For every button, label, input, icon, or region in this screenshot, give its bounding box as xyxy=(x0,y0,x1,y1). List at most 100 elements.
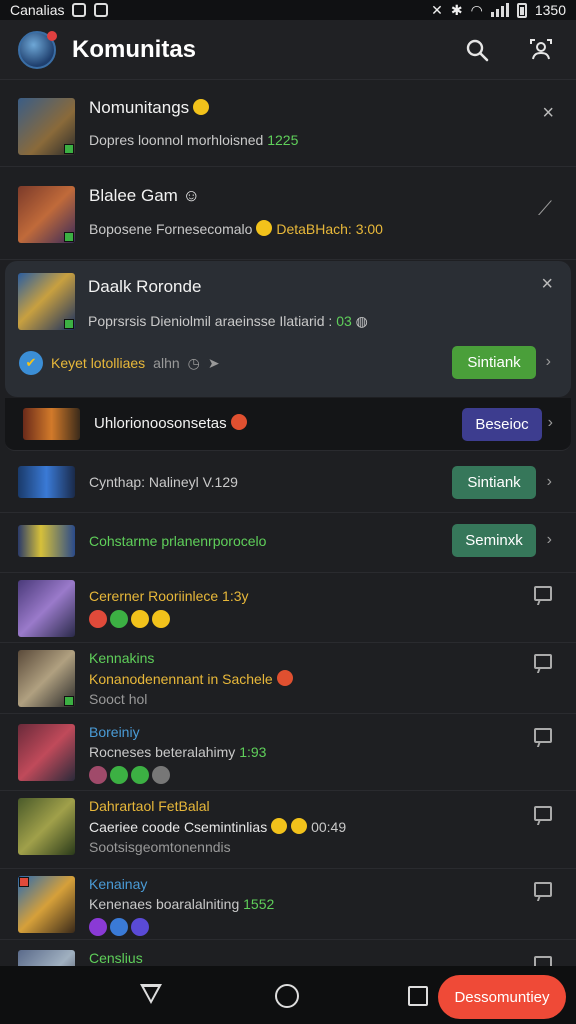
community-list: Nomunitangs Dopres loonnol morhloisned 1… xyxy=(0,80,576,966)
signal-icon xyxy=(490,3,509,17)
online-badge xyxy=(64,696,74,706)
close-icon[interactable]: × xyxy=(542,102,554,125)
list-item[interactable]: Uhlorionoosonsetas Beseioc › xyxy=(5,398,571,451)
verified-icon: ✔ xyxy=(19,351,43,375)
app-bar: Komunitas xyxy=(0,20,576,80)
item-subtitle: Dopres loonnol morhloisned 1225 xyxy=(89,132,299,148)
item-line2: Kenenaes boaralalniting 1552 xyxy=(89,896,275,912)
message-icon[interactable] xyxy=(534,882,552,897)
list-item[interactable]: Cererner Rooriinlece 1:3y xyxy=(0,574,576,643)
item-title: Nomunitangs xyxy=(89,98,558,118)
smile-emoji-icon xyxy=(291,818,308,834)
game-thumbnail xyxy=(18,98,75,155)
list-item[interactable]: Kenainay Kenenaes boaralalniting 1552 xyxy=(0,870,576,940)
chevron-right-icon: › xyxy=(546,531,552,548)
fire-emoji-icon xyxy=(276,670,293,686)
item-subtitle: Boposene Fornesecomalo DetaBHach: 3:00 xyxy=(89,220,383,237)
join-button[interactable]: Sintiank xyxy=(452,346,536,379)
item-line3: Sooct hol xyxy=(89,691,148,707)
item-title: Blalee Gam ☺ xyxy=(89,186,200,205)
clock-icon: ◷ xyxy=(187,354,200,371)
message-icon[interactable] xyxy=(534,728,552,743)
recents-icon[interactable] xyxy=(408,986,428,1006)
item-line2: Konanodenennant in Sachele xyxy=(89,670,558,687)
item-title: Cererner Rooriinlece 1:3y xyxy=(89,588,249,604)
card-status: ✔ Keyet lotolliaes alhn ◷ ➤ xyxy=(19,351,220,375)
item-title: Censlius xyxy=(89,950,143,966)
item-title: Boreiniy xyxy=(89,724,140,740)
profile-avatar[interactable] xyxy=(18,30,57,69)
list-item[interactable]: Cynthap: Nalineyl V.129 Sintiank › xyxy=(0,455,576,513)
page-title: Komunitas xyxy=(72,35,197,63)
game-thumbnail xyxy=(18,724,75,781)
app-notification-icon xyxy=(94,3,109,17)
smile-emoji-icon xyxy=(131,610,149,628)
game-thumbnail xyxy=(23,408,80,440)
reaction-icon xyxy=(89,918,107,936)
item-title: Kenainay xyxy=(89,876,148,892)
list-item[interactable]: Cohstarme prlanenrporocelo Seminxk › xyxy=(0,514,576,573)
item-title: Dahrartaol FetBalal xyxy=(89,798,210,814)
game-thumbnail xyxy=(18,876,75,933)
reaction-icon xyxy=(89,610,107,628)
search-icon[interactable] xyxy=(464,37,490,63)
status-bar: Canalias ✕ ✱ ◠ 1350 xyxy=(0,0,576,20)
game-thumbnail xyxy=(18,950,75,966)
notification-dot xyxy=(47,30,57,41)
session-button[interactable]: Beseioc xyxy=(462,408,542,441)
item-title: Daalk Roronde xyxy=(88,277,202,296)
chevron-right-icon: › xyxy=(547,414,553,431)
community-fab-button[interactable]: Dessomuntiey xyxy=(438,975,566,1019)
game-thumbnail xyxy=(18,525,75,557)
list-item[interactable]: Dahrartaol FetBalal Caeriee coode Csemin… xyxy=(0,792,576,869)
close-icon[interactable]: × xyxy=(541,273,553,296)
back-icon[interactable] xyxy=(140,984,162,1004)
online-badge xyxy=(64,319,74,329)
list-item[interactable]: Boreiniy Rocneses beteralahimy 1:93 xyxy=(0,716,576,791)
battery-icon xyxy=(516,2,527,18)
featured-card[interactable]: Daalk Roronde Poprsrsis Dieniolmil araei… xyxy=(5,261,571,397)
join-button[interactable]: Sintiank xyxy=(452,466,536,499)
check-icon xyxy=(131,766,149,784)
smile-emoji-icon xyxy=(271,818,288,834)
wifi-icon: ◠ xyxy=(470,1,483,18)
list-item[interactable]: Kennakins Konanodenennant in Sachele Soo… xyxy=(0,644,576,714)
send-icon: ➤ xyxy=(207,354,220,371)
message-icon[interactable] xyxy=(534,586,552,601)
notification-icon xyxy=(72,3,87,17)
mute-icon: ✕ xyxy=(431,1,443,18)
home-icon[interactable] xyxy=(275,984,299,1008)
message-icon[interactable] xyxy=(534,806,552,821)
reaction-chips xyxy=(89,610,558,628)
list-item[interactable]: Blalee Gam ☺ Boposene Fornesecomalo Deta… xyxy=(0,168,576,260)
info-icon: ◍ xyxy=(355,313,368,329)
status-text: Keyet lotolliaes xyxy=(51,355,146,371)
clock: 1350 xyxy=(534,2,566,18)
online-badge xyxy=(64,144,74,154)
reaction-chips xyxy=(89,918,558,936)
smile-emoji-icon xyxy=(193,99,210,115)
game-thumbnail xyxy=(18,650,75,707)
bluetooth-icon: ✱ xyxy=(450,1,463,18)
reaction-chips xyxy=(89,766,558,784)
more-icon xyxy=(152,766,170,784)
message-icon[interactable] xyxy=(534,956,552,966)
add-friend-icon[interactable] xyxy=(528,37,554,63)
game-thumbnail xyxy=(18,273,75,330)
item-line2: Rocneses beteralahimy 1:93 xyxy=(89,744,267,760)
list-item[interactable]: Censlius xyxy=(0,944,576,966)
game-thumbnail xyxy=(18,466,75,498)
item-subtitle: Poprsrsis Dieniolmil araeinsse Ilatiarid… xyxy=(88,313,368,329)
message-icon[interactable] xyxy=(534,654,552,669)
chevron-right-icon: › xyxy=(546,473,552,490)
face-emoji-icon: ☺ xyxy=(182,186,200,205)
reaction-icon xyxy=(131,918,149,936)
game-thumbnail xyxy=(18,186,75,243)
join-button[interactable]: Seminxk xyxy=(452,524,536,557)
online-badge xyxy=(64,232,74,242)
reaction-icon xyxy=(110,918,128,936)
check-icon xyxy=(110,610,128,628)
list-item[interactable]: Nomunitangs Dopres loonnol morhloisned 1… xyxy=(0,80,576,167)
smile-emoji-icon xyxy=(256,220,273,236)
collapse-icon[interactable]: ⟋ xyxy=(538,198,552,221)
